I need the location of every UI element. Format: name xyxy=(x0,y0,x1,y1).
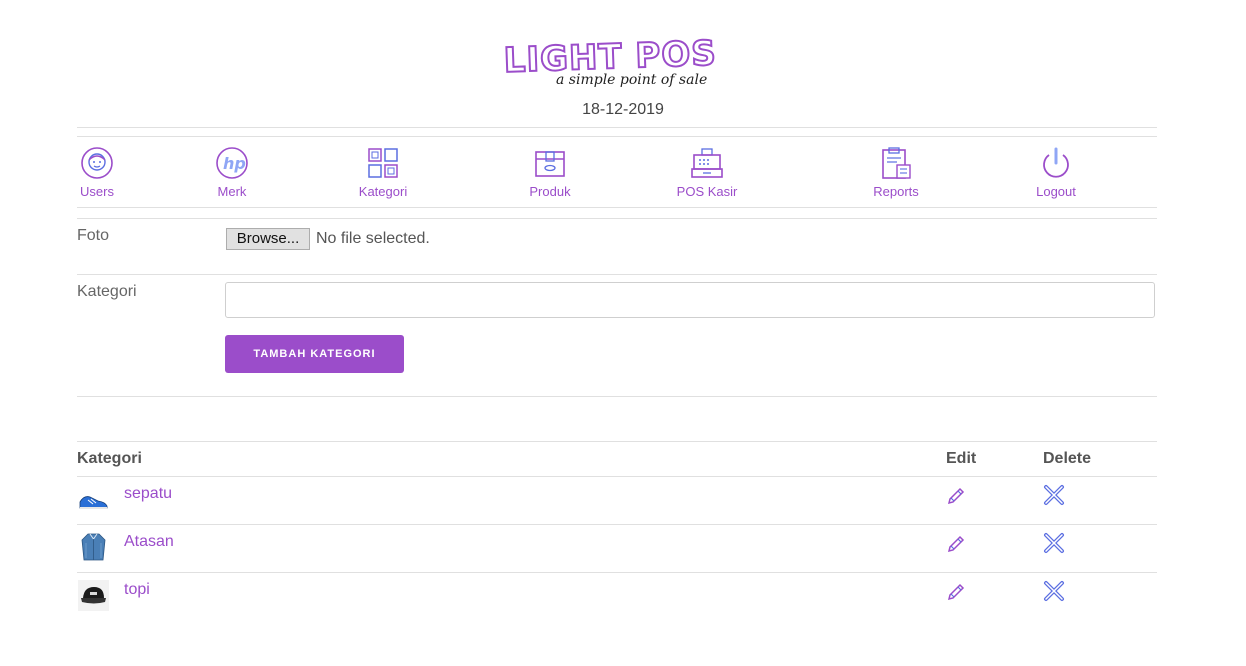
divider xyxy=(77,572,1157,573)
x-delete-icon[interactable] xyxy=(1043,484,1065,506)
power-icon xyxy=(1043,147,1069,178)
nav-logout[interactable]: Logout xyxy=(1011,146,1101,199)
divider xyxy=(77,136,1157,137)
kategori-name: topi xyxy=(124,581,150,598)
pencil-edit-icon[interactable] xyxy=(946,486,966,506)
divider xyxy=(77,396,1157,397)
shoe-thumbnail xyxy=(78,483,109,514)
kategori-name: sepatu xyxy=(124,485,173,502)
pencil-edit-icon[interactable] xyxy=(946,534,966,554)
nav-kategori-label: Kategori xyxy=(358,184,408,199)
nav-reports-label: Reports xyxy=(873,184,919,199)
nav-produk[interactable]: Produk xyxy=(505,146,595,199)
user-face-icon xyxy=(81,147,113,179)
nav-pos-kasir[interactable]: POS Kasir xyxy=(662,146,752,199)
x-delete-icon[interactable] xyxy=(1043,532,1065,554)
divider xyxy=(77,274,1157,275)
divider xyxy=(77,207,1157,208)
kategori-name: Atasan xyxy=(124,533,174,550)
nav-users-label: Users xyxy=(80,184,114,199)
box-icon xyxy=(535,151,565,177)
cap-thumbnail xyxy=(78,580,109,611)
nav-users[interactable]: Users xyxy=(52,146,142,199)
nav-kategori[interactable]: Kategori xyxy=(338,146,428,199)
column-header-kategori: Kategori xyxy=(77,450,142,467)
x-delete-icon[interactable] xyxy=(1043,580,1065,602)
nav-pos-kasir-label: POS Kasir xyxy=(676,184,738,199)
column-header-edit: Edit xyxy=(946,450,977,467)
browse-button[interactable]: Browse... xyxy=(226,228,310,250)
nav-produk-label: Produk xyxy=(529,184,571,199)
divider xyxy=(77,476,1157,477)
kategori-label: Kategori xyxy=(77,283,137,300)
nav-merk-label: Merk xyxy=(217,184,247,199)
divider xyxy=(77,524,1157,525)
kategori-input[interactable] xyxy=(225,282,1155,318)
grid-icon xyxy=(368,148,398,178)
divider xyxy=(77,218,1157,219)
table-top-border xyxy=(77,441,1157,442)
current-date: 18-12-2019 xyxy=(582,101,664,118)
light-pos-logo: LIGHT POS a simple point of sale xyxy=(502,36,718,88)
nav-logout-label: Logout xyxy=(1036,184,1076,199)
nav-merk[interactable]: hp Merk xyxy=(187,146,277,199)
svg-text:hp: hp xyxy=(223,154,246,173)
shirt-thumbnail xyxy=(78,531,109,562)
tambah-kategori-button[interactable]: TAMBAH KATEGORI xyxy=(225,335,404,373)
hp-logo-icon: hp xyxy=(216,147,248,179)
file-status-text: No file selected. xyxy=(316,230,430,247)
cash-register-icon xyxy=(691,148,723,178)
foto-label: Foto xyxy=(77,227,110,244)
nav-reports[interactable]: Reports xyxy=(851,146,941,199)
clipboard-report-icon xyxy=(882,147,911,179)
svg-text:a simple point of sale: a simple point of sale xyxy=(556,72,707,88)
column-header-delete: Delete xyxy=(1043,450,1092,467)
divider xyxy=(77,127,1157,128)
pencil-edit-icon[interactable] xyxy=(946,582,966,602)
